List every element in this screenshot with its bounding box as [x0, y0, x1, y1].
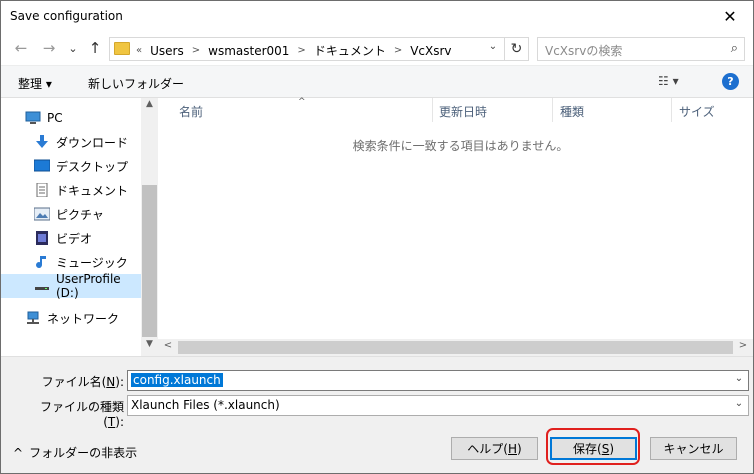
- pictures-icon: [34, 207, 50, 221]
- chevron-up-icon: ^: [13, 445, 24, 460]
- nav-item-network[interactable]: ネットワーク: [1, 306, 141, 330]
- command-toolbar: 整理 ▾ 新しいフォルダー ☷ ▾ ?: [1, 65, 753, 98]
- title-bar: Save configuration ✕: [1, 1, 753, 32]
- chevron-right-icon[interactable]: >: [297, 45, 305, 56]
- search-input[interactable]: VcXsrvの検索 ⌕: [537, 37, 745, 61]
- column-header-label: 名前: [179, 104, 204, 119]
- save-dialog: Save configuration ✕ ← → ⌄ ↑ « Users > w…: [0, 0, 754, 474]
- column-header-label: サイズ: [679, 104, 715, 119]
- navigation-bar: ← → ⌄ ↑ « Users > wsmaster001 > ドキュメント >…: [1, 32, 753, 65]
- nav-item-label: ビデオ: [56, 231, 93, 246]
- folder-icon: [114, 42, 130, 55]
- nav-item-downloads[interactable]: ダウンロード: [1, 130, 141, 154]
- documents-icon: [34, 183, 50, 197]
- breadcrumb: « Users > wsmaster001 > ドキュメント > VcXsrv: [136, 42, 452, 59]
- search-icon[interactable]: ⌕: [731, 41, 738, 56]
- pc-icon: [25, 111, 41, 125]
- file-list: ^ 名前 更新日時 種類 サイズ 検索条件に一致する項目はありません。 < >: [158, 97, 753, 356]
- scrollbar-thumb[interactable]: [142, 185, 157, 337]
- filename-field[interactable]: config.xlaunch ⌄: [127, 370, 749, 391]
- filetype-label: ファイルの種類(T):: [39, 400, 124, 429]
- hide-folders-toggle[interactable]: ^ フォルダーの非表示: [13, 444, 137, 461]
- nav-item-label: ピクチャ: [56, 207, 104, 222]
- chevron-right-icon[interactable]: >: [394, 45, 402, 56]
- help-button[interactable]: ヘルプ(H): [451, 437, 538, 460]
- nav-item-label: PC: [47, 111, 63, 125]
- column-divider[interactable]: [432, 98, 433, 122]
- forward-arrow-icon[interactable]: →: [39, 38, 59, 58]
- back-arrow-icon[interactable]: ←: [11, 38, 31, 58]
- filelist-horizontal-scrollbar[interactable]: < >: [158, 339, 753, 356]
- address-bar[interactable]: « Users > wsmaster001 > ドキュメント > VcXsrv …: [109, 37, 529, 61]
- column-header-label: 種類: [560, 104, 585, 119]
- download-icon: [34, 135, 50, 149]
- nav-item-userprofile-drive[interactable]: UserProfile (D:): [1, 272, 141, 300]
- music-icon: [34, 255, 50, 269]
- nav-item-label: ドキュメント: [56, 183, 129, 198]
- recent-locations-icon[interactable]: ⌄: [63, 38, 83, 58]
- filename-value: config.xlaunch: [131, 373, 223, 387]
- scrollbar-thumb[interactable]: [178, 341, 733, 354]
- navigation-pane: PC ダウンロード デスクトップ ドキュメント ピクチャ ビデオ ミュージック …: [1, 98, 158, 356]
- help-icon[interactable]: ?: [722, 73, 739, 90]
- breadcrumb-item-wsmaster001[interactable]: wsmaster001: [208, 44, 289, 58]
- column-divider[interactable]: [671, 98, 672, 122]
- chevron-down-icon[interactable]: ⌄: [732, 398, 746, 413]
- column-header-label: 更新日時: [439, 104, 488, 119]
- filetype-value: Xlaunch Files (*.xlaunch): [131, 398, 280, 412]
- breadcrumb-item-vcxsrv[interactable]: VcXsrv: [410, 44, 451, 58]
- nav-item-videos[interactable]: ビデオ: [1, 226, 141, 250]
- new-folder-button[interactable]: 新しいフォルダー: [88, 75, 184, 92]
- filename-label: ファイル名(N):: [41, 375, 124, 389]
- scroll-down-icon[interactable]: ▼: [141, 339, 158, 355]
- save-form-area: ファイル名(N): config.xlaunch ⌄ ファイルの種類(T): X…: [1, 356, 753, 473]
- desktop-icon: [34, 159, 50, 173]
- up-arrow-icon[interactable]: ↑: [85, 38, 105, 58]
- column-divider[interactable]: [552, 98, 553, 122]
- nav-item-pictures[interactable]: ピクチャ: [1, 202, 141, 226]
- nav-item-label: ミュージック: [56, 255, 128, 270]
- column-header-modified[interactable]: 更新日時: [439, 98, 549, 124]
- drive-icon: [34, 279, 50, 293]
- nav-item-desktop[interactable]: デスクトップ: [1, 154, 141, 178]
- column-header-type[interactable]: 種類: [560, 98, 670, 124]
- nav-item-label: ネットワーク: [47, 311, 120, 326]
- highlight-ring: [546, 428, 640, 465]
- breadcrumb-item-documents[interactable]: ドキュメント: [314, 42, 386, 59]
- address-dropdown-icon[interactable]: ⌄: [484, 41, 502, 57]
- cancel-button[interactable]: キャンセル: [650, 437, 737, 460]
- scroll-up-icon[interactable]: ▲: [141, 99, 158, 115]
- close-icon[interactable]: ✕: [707, 1, 753, 32]
- network-icon: [25, 311, 41, 325]
- window-title: Save configuration: [10, 9, 123, 23]
- nav-item-pc[interactable]: PC: [1, 106, 141, 130]
- breadcrumb-overflow[interactable]: «: [136, 45, 142, 56]
- nav-item-music[interactable]: ミュージック: [1, 250, 141, 274]
- videos-icon: [34, 231, 50, 245]
- breadcrumb-item-users[interactable]: Users: [150, 44, 184, 58]
- organize-menu-button[interactable]: 整理 ▾: [18, 75, 52, 92]
- nav-item-label: UserProfile (D:): [56, 272, 121, 300]
- refresh-icon[interactable]: ↻: [504, 38, 528, 60]
- hide-folders-label: フォルダーの非表示: [29, 446, 138, 460]
- search-placeholder: VcXsrvの検索: [545, 44, 623, 58]
- column-header-name[interactable]: 名前: [179, 98, 429, 124]
- nav-item-label: デスクトップ: [56, 159, 129, 174]
- filetype-select[interactable]: Xlaunch Files (*.xlaunch) ⌄: [127, 395, 749, 416]
- scroll-left-icon[interactable]: <: [160, 340, 176, 355]
- chevron-down-icon[interactable]: ⌄: [732, 373, 746, 388]
- nav-item-documents[interactable]: ドキュメント: [1, 178, 141, 202]
- chevron-right-icon[interactable]: >: [192, 45, 200, 56]
- scroll-right-icon[interactable]: >: [735, 340, 751, 355]
- view-options-icon[interactable]: ☷ ▾: [658, 74, 679, 88]
- column-header-size[interactable]: サイズ: [679, 98, 749, 124]
- navpane-scrollbar[interactable]: ▲ ▼: [141, 98, 158, 356]
- empty-results-message: 検索条件に一致する項目はありません。: [352, 139, 569, 153]
- nav-item-label: ダウンロード: [56, 135, 129, 150]
